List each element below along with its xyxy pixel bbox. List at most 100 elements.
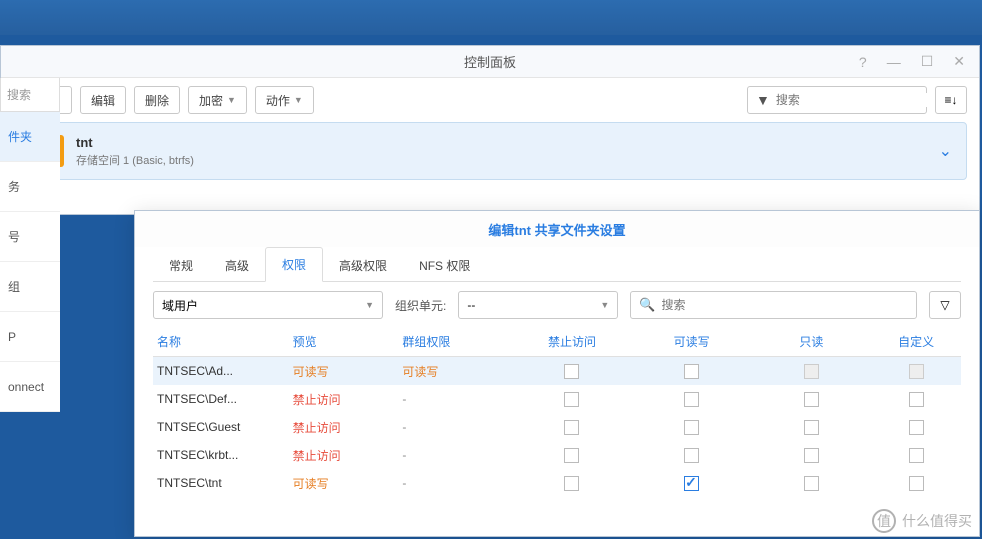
- encrypt-button[interactable]: 加密 ▼: [188, 86, 247, 114]
- cell-rw: [632, 419, 752, 434]
- table-row[interactable]: TNTSEC\Def... 禁止访问 -: [153, 385, 961, 413]
- delete-button[interactable]: 删除: [134, 86, 180, 114]
- chevron-down-icon: ▼: [600, 300, 609, 310]
- cell-rw: [632, 447, 752, 462]
- modal-title: 编辑tnt 共享文件夹设置: [488, 220, 625, 239]
- checkbox-ro[interactable]: [804, 392, 819, 407]
- checkbox-deny[interactable]: [564, 448, 579, 463]
- ou-label: 组织单元:: [395, 297, 446, 314]
- desktop-taskbar: [0, 0, 982, 35]
- checkbox-custom[interactable]: [909, 392, 924, 407]
- cell-name: TNTSEC\Def...: [153, 392, 293, 406]
- checkbox-rw[interactable]: [684, 476, 699, 491]
- watermark: 值 什么值得买: [872, 509, 972, 533]
- permission-search[interactable]: 🔍: [630, 291, 917, 319]
- checkbox-custom[interactable]: [909, 420, 924, 435]
- chevron-down-icon: ▼: [227, 95, 236, 105]
- cell-custom: [871, 419, 961, 434]
- checkbox-ro[interactable]: [804, 364, 819, 379]
- watermark-icon: 值: [872, 509, 896, 533]
- permission-search-field[interactable]: [662, 298, 908, 312]
- sidebar-search[interactable]: 搜索: [0, 78, 60, 112]
- checkbox-deny[interactable]: [564, 364, 579, 379]
- checkbox-rw[interactable]: [684, 364, 699, 379]
- sidebar-item-4[interactable]: P: [0, 312, 60, 362]
- header-rw[interactable]: 可读写: [632, 333, 752, 350]
- table-row[interactable]: TNTSEC\krbt... 禁止访问 -: [153, 441, 961, 469]
- tab-nfs-permissions[interactable]: NFS 权限: [403, 249, 486, 282]
- table-row[interactable]: TNTSEC\tnt 可读写 -: [153, 469, 961, 497]
- funnel-icon: ▽: [940, 298, 949, 312]
- sort-button[interactable]: ≡↓: [935, 86, 967, 114]
- user-type-dropdown[interactable]: 域用户 ▼: [153, 291, 383, 319]
- checkbox-rw[interactable]: [684, 448, 699, 463]
- checkbox-ro[interactable]: [804, 420, 819, 435]
- checkbox-ro[interactable]: [804, 448, 819, 463]
- chevron-down-icon: ▼: [294, 95, 303, 105]
- sidebar-item-3[interactable]: 组: [0, 262, 60, 312]
- cell-ro: [752, 447, 872, 462]
- sidebar: 搜索 件夹 务 号 组 P onnect: [0, 78, 60, 412]
- header-preview[interactable]: 预览: [293, 333, 403, 350]
- checkbox-custom[interactable]: [909, 364, 924, 379]
- folder-name: tnt: [76, 135, 927, 150]
- cell-ro: [752, 419, 872, 434]
- tab-advanced-permissions[interactable]: 高级权限: [323, 249, 403, 282]
- chevron-down-icon: ▼: [365, 300, 374, 310]
- cell-deny: [512, 363, 632, 378]
- tab-permissions[interactable]: 权限: [265, 247, 323, 282]
- cell-ro: [752, 363, 872, 378]
- sidebar-item-shared-folder[interactable]: 件夹: [0, 112, 60, 162]
- sidebar-item-1[interactable]: 务: [0, 162, 60, 212]
- table-row[interactable]: TNTSEC\Ad... 可读写 可读写: [153, 357, 961, 385]
- cell-deny: [512, 419, 632, 434]
- help-icon[interactable]: ?: [853, 52, 873, 72]
- search-field[interactable]: [776, 93, 931, 107]
- sidebar-item-5[interactable]: onnect: [0, 362, 60, 412]
- toolbar: 新增 ▼ 编辑 删除 加密 ▼ 动作 ▼ ▼ ≡↓: [1, 78, 979, 122]
- header-name[interactable]: 名称: [153, 333, 293, 350]
- cell-custom: [871, 391, 961, 406]
- cell-rw: [632, 363, 752, 378]
- ou-dropdown[interactable]: -- ▼: [458, 291, 618, 319]
- checkbox-custom[interactable]: [909, 448, 924, 463]
- cell-preview: 可读写: [293, 363, 403, 380]
- window-titlebar: 控制面板 ? — ☐ ✕: [1, 46, 979, 78]
- table-row[interactable]: TNTSEC\Guest 禁止访问 -: [153, 413, 961, 441]
- header-deny[interactable]: 禁止访问: [512, 333, 632, 350]
- edit-button[interactable]: 编辑: [80, 86, 126, 114]
- cell-name: TNTSEC\krbt...: [153, 448, 293, 462]
- header-custom[interactable]: 自定义: [871, 333, 961, 350]
- control-panel-window: 控制面板 ? — ☐ ✕ 新增 ▼ 编辑 删除 加密 ▼ 动作 ▼ ▼ ≡↓: [0, 45, 980, 215]
- tab-general[interactable]: 常规: [153, 249, 209, 282]
- grid-header-row: 名称 预览 群组权限 禁止访问 可读写 只读 自定义: [153, 327, 961, 357]
- checkbox-rw[interactable]: [684, 420, 699, 435]
- minimize-icon[interactable]: —: [881, 52, 907, 72]
- filter-button[interactable]: ▽: [929, 291, 961, 319]
- cell-group: 可读写: [402, 363, 512, 380]
- cell-preview: 禁止访问: [293, 419, 403, 436]
- header-group[interactable]: 群组权限: [402, 333, 512, 350]
- cell-group: -: [402, 392, 512, 406]
- permissions-grid: 名称 预览 群组权限 禁止访问 可读写 只读 自定义 TNTSEC\Ad... …: [135, 327, 979, 497]
- checkbox-deny[interactable]: [564, 476, 579, 491]
- chevron-down-icon[interactable]: ⌄: [939, 141, 952, 161]
- header-ro[interactable]: 只读: [752, 333, 872, 350]
- cell-custom: [871, 447, 961, 462]
- cell-custom: [871, 475, 961, 490]
- checkbox-ro[interactable]: [804, 476, 819, 491]
- maximize-icon[interactable]: ☐: [915, 51, 940, 72]
- checkbox-deny[interactable]: [564, 392, 579, 407]
- checkbox-rw[interactable]: [684, 392, 699, 407]
- checkbox-deny[interactable]: [564, 420, 579, 435]
- close-icon[interactable]: ✕: [947, 51, 971, 72]
- cell-group: -: [402, 476, 512, 490]
- cell-preview: 禁止访问: [293, 391, 403, 408]
- sidebar-item-2[interactable]: 号: [0, 212, 60, 262]
- search-input[interactable]: ▼: [747, 86, 927, 114]
- checkbox-custom[interactable]: [909, 476, 924, 491]
- action-button[interactable]: 动作 ▼: [255, 86, 314, 114]
- shared-folder-card[interactable]: < tnt 存储空间 1 (Basic, btrfs) ⌄: [13, 122, 967, 180]
- tab-advanced[interactable]: 高级: [209, 249, 265, 282]
- cell-group: -: [402, 420, 512, 434]
